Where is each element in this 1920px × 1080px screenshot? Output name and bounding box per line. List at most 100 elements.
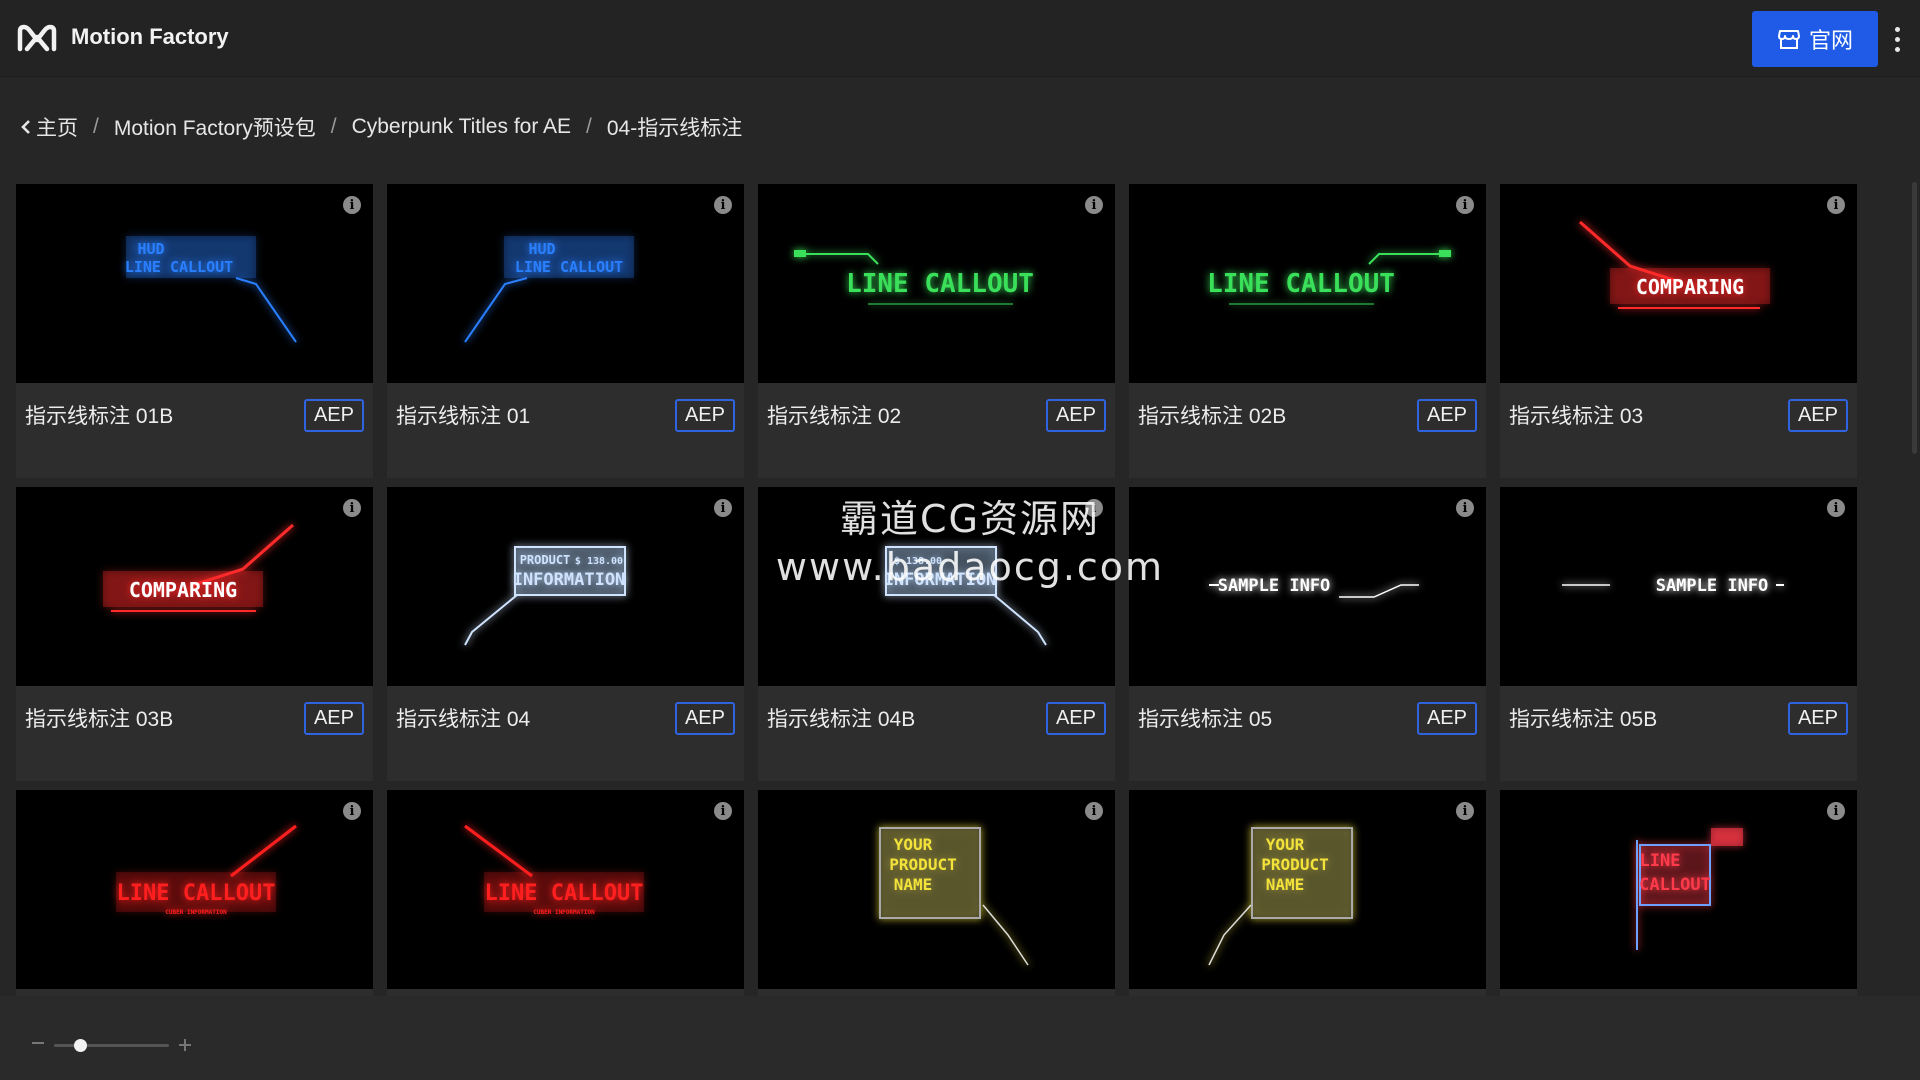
- thumb-text: YOUR: [894, 835, 933, 854]
- preset-thumbnail[interactable]: SAMPLE INFO i: [1500, 487, 1857, 686]
- callout-line: [464, 277, 528, 343]
- preset-card[interactable]: SAMPLE INFO i 指示线标注 05 AEP: [1129, 487, 1486, 781]
- info-icon[interactable]: i: [1827, 802, 1845, 820]
- preset-title: 指示线标注 04B: [767, 708, 916, 731]
- aep-badge: AEP: [303, 702, 364, 735]
- preset-card[interactable]: $ 138.00 INFORMATION i 指示线标注 04B AEP: [758, 487, 1115, 781]
- callout-marker: [1439, 250, 1451, 257]
- preset-thumbnail[interactable]: COMPARING i: [1500, 184, 1857, 383]
- preset-thumbnail[interactable]: $ 138.00 INFORMATION i: [758, 487, 1115, 686]
- preset-card[interactable]: YOUR PRODUCT NAME i: [758, 790, 1115, 996]
- preset-preview: YOURPRODUCTNAME: [879, 827, 1029, 966]
- info-icon[interactable]: i: [1827, 499, 1845, 517]
- info-icon[interactable]: i: [343, 499, 361, 517]
- official-site-button[interactable]: 官网: [1752, 11, 1878, 67]
- preset-title: 指示线标注 05B: [1509, 708, 1658, 731]
- preset-thumbnail[interactable]: COMPARING i: [16, 487, 373, 686]
- preset-thumbnail[interactable]: LINE CALLOUT i: [1500, 790, 1857, 989]
- breadcrumb-home[interactable]: 主页: [36, 112, 78, 142]
- callout-line: [230, 824, 297, 878]
- preset-thumbnail[interactable]: PRODUCT $ 138.00 INFORMATION i: [387, 487, 744, 686]
- preset-thumbnail[interactable]: HUD LINE CALLOUT i: [16, 184, 373, 383]
- info-icon[interactable]: i: [1456, 196, 1474, 214]
- info-icon[interactable]: i: [1456, 802, 1474, 820]
- preset-preview: $ 138.00 INFORMATION: [884, 546, 1047, 646]
- thumb-text: COMPARING: [1636, 275, 1744, 299]
- info-icon[interactable]: i: [1085, 499, 1103, 517]
- thumb-text: PRODUCT: [889, 855, 956, 874]
- aep-badge: AEP: [1787, 702, 1848, 735]
- zoom-slider-track[interactable]: [54, 1044, 169, 1047]
- motion-factory-logo-icon[interactable]: [17, 23, 57, 53]
- thumb-text: LINE CALLOUT: [846, 269, 1034, 299]
- zoom-slider-handle[interactable]: [74, 1039, 87, 1052]
- preset-preview: LINE CALLOUT: [794, 250, 1034, 305]
- thumb-text: CALLOUT: [1639, 875, 1711, 895]
- preset-card[interactable]: LINE CALLOUT i 指示线标注 02B AEP: [1129, 184, 1486, 478]
- callout-line: [798, 253, 879, 265]
- info-icon[interactable]: i: [714, 499, 732, 517]
- thumb-text: PRODUCT: [520, 553, 571, 567]
- preset-card[interactable]: YOUR PRODUCT NAME i: [1129, 790, 1486, 996]
- grid-scrollbar[interactable]: [1912, 182, 1917, 454]
- info-icon[interactable]: i: [1456, 499, 1474, 517]
- preset-preview: COMPARING: [1579, 220, 1770, 309]
- preset-preview: YOURPRODUCTNAME: [1208, 827, 1353, 966]
- info-icon[interactable]: i: [1085, 802, 1103, 820]
- preset-card[interactable]: LINE CALLOUT CUBER INFORMATION i: [387, 790, 744, 996]
- breadcrumb-separator: /: [330, 115, 337, 138]
- preset-title: 指示线标注 01: [396, 405, 531, 428]
- preset-thumbnail[interactable]: LINE CALLOUT CUBER INFORMATION i: [16, 790, 373, 989]
- aep-badge: AEP: [303, 399, 364, 432]
- info-icon[interactable]: i: [343, 196, 361, 214]
- info-icon[interactable]: i: [1827, 196, 1845, 214]
- breadcrumb-pack[interactable]: Motion Factory预设包: [114, 112, 316, 142]
- thumb-text: SAMPLE INFO: [1218, 576, 1331, 596]
- preset-card[interactable]: PRODUCT $ 138.00 INFORMATION i 指示线标注 04 AEP: [387, 487, 744, 781]
- breadcrumb-collection[interactable]: Cyberpunk Titles for AE: [352, 115, 571, 139]
- thumb-text: $ 138.00: [894, 556, 942, 567]
- preset-card[interactable]: HUD LINE CALLOUT i 指示线标注 01B AEP: [16, 184, 373, 478]
- zoom-out-icon[interactable]: [30, 1035, 46, 1051]
- thumb-text: NAME: [894, 875, 933, 894]
- thumb-text: $ 138.00: [575, 556, 623, 567]
- preset-card[interactable]: LINE CALLOUT i: [1500, 790, 1857, 996]
- preset-card[interactable]: COMPARING i 指示线标注 03 AEP: [1500, 184, 1857, 478]
- preset-thumbnail[interactable]: LINE CALLOUT i: [1129, 184, 1486, 383]
- preset-thumbnail[interactable]: LINE CALLOUT CUBER INFORMATION i: [387, 790, 744, 989]
- preset-thumbnail[interactable]: YOUR PRODUCT NAME i: [1129, 790, 1486, 989]
- aep-badge: AEP: [674, 399, 735, 432]
- info-icon[interactable]: i: [714, 802, 732, 820]
- preset-card[interactable]: COMPARING i 指示线标注 03B AEP: [16, 487, 373, 781]
- chevron-left-icon[interactable]: [20, 119, 32, 135]
- info-icon[interactable]: i: [343, 802, 361, 820]
- preset-title: 指示线标注 05: [1138, 708, 1273, 731]
- official-site-label: 官网: [1808, 28, 1853, 53]
- preset-preview: SAMPLE INFO: [1209, 576, 1419, 598]
- info-icon[interactable]: i: [714, 196, 732, 214]
- preset-title: 指示线标注 02: [767, 405, 902, 428]
- preset-title: 指示线标注 02B: [1138, 405, 1287, 428]
- footer-bar: [0, 996, 1920, 1080]
- preset-card[interactable]: SAMPLE INFO i 指示线标注 05B AEP: [1500, 487, 1857, 781]
- zoom-in-icon[interactable]: [177, 1037, 193, 1053]
- thumb-text: LINE CALLOUT: [125, 258, 233, 276]
- preset-thumbnail[interactable]: SAMPLE INFO i: [1129, 487, 1486, 686]
- thumb-text: LINE: [1640, 851, 1681, 871]
- preset-card[interactable]: HUD LINE CALLOUT i 指示线标注 01 AEP: [387, 184, 744, 478]
- breadcrumb-current[interactable]: 04-指示线标注: [607, 112, 742, 142]
- preset-thumbnail[interactable]: LINE CALLOUT i: [758, 184, 1115, 383]
- aep-badge: AEP: [1787, 399, 1848, 432]
- preset-preview: LINE CALLOUT: [1636, 828, 1743, 950]
- breadcrumb-separator: /: [586, 115, 592, 138]
- thumb-text: CUBER INFORMATION: [533, 909, 595, 916]
- info-icon[interactable]: i: [1085, 196, 1103, 214]
- preset-thumbnail[interactable]: YOUR PRODUCT NAME i: [758, 790, 1115, 989]
- preset-thumbnail[interactable]: HUD LINE CALLOUT i: [387, 184, 744, 383]
- preset-card[interactable]: LINE CALLOUT CUBER INFORMATION i: [16, 790, 373, 996]
- thumb-text: LINE CALLOUT: [1207, 269, 1395, 299]
- preset-card[interactable]: LINE CALLOUT i 指示线标注 02 AEP: [758, 184, 1115, 478]
- more-options-icon[interactable]: [1886, 24, 1908, 54]
- thumb-text: LINE CALLOUT: [485, 881, 644, 906]
- thumb-text: CUBER INFORMATION: [165, 909, 227, 916]
